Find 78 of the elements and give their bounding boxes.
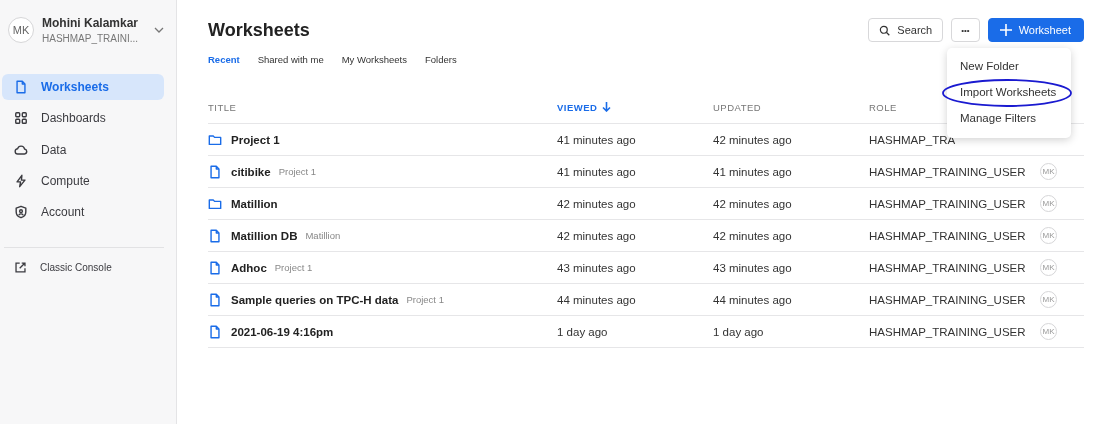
- document-icon: [208, 228, 222, 243]
- folder-name: Project 1: [278, 166, 317, 177]
- table-cell-text: 43 minutes ago: [557, 261, 637, 274]
- owner-avatar: MK: [1040, 163, 1057, 180]
- folder-name: Project 1: [406, 294, 444, 305]
- menu-item[interactable]: New Folder: [947, 54, 1071, 80]
- nav-item[interactable]: Data: [2, 136, 164, 163]
- document-icon: [208, 164, 222, 179]
- classic-console-link[interactable]: Classic Console: [2, 261, 164, 275]
- table-cell-text: HASHMAP_TRAINING_USER: [869, 197, 1027, 210]
- owner-avatar: MK: [1040, 291, 1057, 308]
- item-title[interactable]: Project 1: [231, 133, 280, 146]
- file-icon: [14, 80, 28, 94]
- document-icon: [208, 260, 222, 275]
- owner-avatar: MK: [1040, 323, 1057, 340]
- item-title[interactable]: Matillion DB: [231, 229, 298, 242]
- table-cell-text: 44 minutes ago: [713, 293, 793, 306]
- user-name: Mohini Kalamkar: [42, 16, 140, 30]
- nav-item[interactable]: Account: [2, 199, 164, 226]
- nav-item[interactable]: Dashboards: [2, 105, 164, 132]
- external-link-icon: [14, 261, 27, 275]
- page-title: Worksheets: [208, 19, 310, 41]
- item-title[interactable]: Adhoc: [231, 261, 267, 274]
- plus-icon: [999, 24, 1012, 36]
- nav-item[interactable]: Compute: [2, 167, 164, 194]
- user-avatar: MK: [8, 17, 34, 43]
- owner-avatar: MK: [1040, 227, 1057, 244]
- item-title[interactable]: Sample queries on TPC-H data: [231, 293, 399, 306]
- table-cell-text: 41 minutes ago: [713, 165, 793, 178]
- nav-item[interactable]: Worksheets: [2, 74, 164, 100]
- table-cell-text: HASHMAP_TRAINING_USER: [869, 165, 1027, 178]
- tab[interactable]: Shared with me: [257, 54, 324, 69]
- new-worksheet-button[interactable]: Worksheet: [987, 18, 1084, 42]
- table-cell-text: 42 minutes ago: [713, 133, 793, 146]
- shield-icon: [14, 205, 28, 220]
- table-cell-text: 42 minutes ago: [557, 229, 637, 242]
- tab[interactable]: Recent: [208, 54, 240, 69]
- table-cell-text: 44 minutes ago: [557, 293, 637, 306]
- owner-avatar: MK: [1040, 259, 1057, 276]
- column-header[interactable]: TITLE: [208, 101, 557, 113]
- menu-item[interactable]: Import Worksheets: [947, 80, 1071, 106]
- item-title[interactable]: Matillion: [231, 197, 278, 210]
- search-icon: [879, 24, 891, 36]
- document-icon: [208, 292, 222, 307]
- table-cell-text: HASHMAP_TRAINING_USER: [869, 261, 1027, 274]
- table-cell-text: 41 minutes ago: [557, 165, 637, 178]
- column-header[interactable]: VIEWED: [557, 101, 713, 113]
- table-cell-text: 1 day ago: [713, 325, 765, 338]
- table-cell-text: HASHMAP_TRAINING_USER: [869, 229, 1027, 242]
- table-cell-text: 1 day ago: [557, 325, 609, 338]
- tab[interactable]: Folders: [425, 54, 457, 69]
- table-cell-text: 43 minutes ago: [713, 261, 793, 274]
- account-name: HASHMAP_TRAINI...: [42, 33, 140, 44]
- table-cell-text: 41 minutes ago: [557, 133, 637, 146]
- lightning-icon: [14, 173, 28, 188]
- folder-icon: [208, 132, 222, 147]
- table-cell-text: 42 minutes ago: [713, 229, 793, 242]
- folder-icon: [208, 196, 222, 211]
- folder-name: Matillion: [305, 230, 341, 241]
- menu-item[interactable]: Manage Filters: [947, 106, 1071, 132]
- cloud-icon: [14, 142, 28, 157]
- grid-icon: [14, 111, 28, 126]
- table-cell-text: 42 minutes ago: [713, 197, 793, 210]
- chevron-down-icon[interactable]: [154, 27, 164, 33]
- tab[interactable]: My Worksheets: [341, 54, 407, 69]
- table-cell-text: HASHMAP_TRA: [869, 133, 957, 146]
- table-cell-text: HASHMAP_TRAINING_USER: [869, 293, 1027, 306]
- more-button[interactable]: •••: [951, 18, 980, 42]
- table-cell-text: HASHMAP_TRAINING_USER: [869, 325, 1027, 338]
- column-header[interactable]: UPDATED: [713, 101, 869, 113]
- arrow-down-icon: [602, 102, 612, 112]
- document-icon: [208, 324, 222, 339]
- owner-avatar: MK: [1040, 195, 1057, 212]
- search-button[interactable]: Search: [868, 18, 944, 42]
- item-title[interactable]: 2021-06-19 4:16pm: [231, 325, 334, 338]
- folder-name: Project 1: [274, 262, 313, 273]
- table-cell-text: 42 minutes ago: [557, 197, 637, 210]
- item-title[interactable]: citibike: [231, 165, 271, 178]
